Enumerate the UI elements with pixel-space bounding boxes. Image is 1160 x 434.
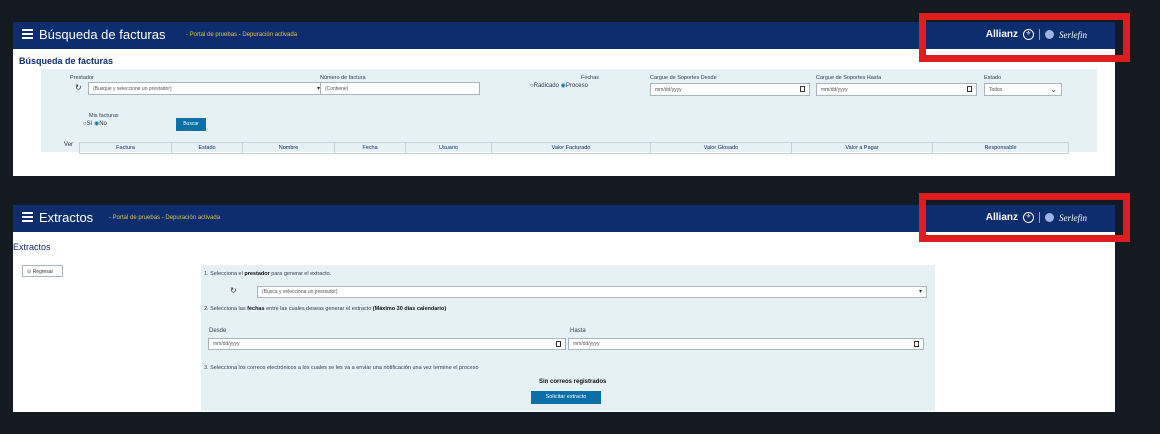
cargue-desde-input[interactable]: mm/dd/yyyy [650,83,810,96]
mis-facturas-label: Mis facturas [89,113,119,119]
filter-area: Prestador ↻ (Busque y seleccione un pres… [41,69,1097,152]
mis-facturas-radio-group: ○Sí ◉No [83,120,107,127]
ver-label: Ver [64,142,74,148]
chevron-down-icon: ▾ [918,289,922,295]
calendar-icon[interactable] [914,341,919,347]
step1-text: 1. Selecciona el prestador para generar … [204,271,331,277]
app-title: Extractos [39,210,94,225]
column-header[interactable]: Usuario [406,143,492,153]
calendar-icon[interactable] [967,86,972,92]
step3-text: 3. Selecciona los correos electrónicos a… [204,365,479,371]
cargue-desde-label: Cargue de Soportes Desde [650,75,717,81]
desde-placeholder: mm/dd/yyyy [213,341,240,347]
step2-pre: Selecciona las [210,306,246,312]
hasta-input[interactable]: mm/dd/yyyy [568,338,924,350]
highlight-box [919,193,1130,242]
calendar-icon[interactable] [556,341,561,347]
highlight-box [919,13,1130,62]
estado-select-value: Todos [989,87,1003,93]
estado-label: Estado [984,75,1002,81]
numero-factura-label: Número de factura [320,75,366,81]
step2-bold: fechas [247,306,265,312]
chevron-down-icon: ⌄ [1050,85,1057,94]
cargue-desde-placeholder: mm/dd/yyyy [655,87,682,93]
hasta-label: Hasta [570,328,586,334]
app-title: Búsqueda de facturas [39,27,166,42]
fechas-label: Fechas [581,75,600,81]
environment-note: - Portal de pruebas - Depuración activad… [186,32,298,38]
results-table-header: Factura Estado Nombre Fecha Usuario Valo… [79,142,1069,154]
prestador-label: Prestador [70,75,94,81]
column-header[interactable]: Factura [80,143,172,153]
cargue-hasta-label: Cargue de Soportes Hasta [816,75,882,81]
column-header[interactable]: Valor a Pagar [792,143,933,153]
radicado-radio-label: Radicado [533,83,559,89]
estado-select[interactable]: Todos ⌄ [984,83,1062,96]
proceso-radio-label: Proceso [565,83,588,89]
sin-correos-text: Sin correos registrados [539,379,607,385]
column-header[interactable]: Nombre [243,143,335,153]
regresar-label: Regresar [32,269,54,275]
column-header[interactable]: Valor Glosado [651,143,792,153]
prestador-select-value: (Busque y seleccione un prestador) [93,86,172,92]
environment-note: - Portal de pruebas - Depuración activad… [109,215,221,221]
extract-form: 1. Selecciona el prestador para generar … [201,265,935,411]
mis-facturas-no-label: No [99,121,107,127]
hamburger-menu-icon[interactable] [22,29,33,40]
cargue-hasta-placeholder: mm/dd/yyyy [821,87,848,93]
page-title: Extractos [13,242,51,252]
buscar-button[interactable]: Buscar [176,118,206,131]
step2-mid: entre las cuales deseas generar el extra… [266,306,372,312]
step2-number: 2. [204,306,209,312]
column-header[interactable]: Fecha [335,143,406,153]
column-header[interactable]: Valor Facturado [492,143,651,153]
step1-bold: prestador [244,271,270,277]
step2-bold-2: (Máximo 30 días calendario) [372,306,447,312]
step1-post: para generar el extracto. [271,271,332,277]
fechas-radio-group: ○Radicado ◉Proceso [530,82,588,89]
prestador-select-value: (Busca y selecciona un prestador) [262,289,338,295]
step2-text: 2. Selecciona las fechas entre las cuale… [204,306,446,312]
solicitar-extracto-button[interactable]: Solicitar extracto [531,391,601,404]
prestador-select[interactable]: (Busque y seleccione un prestador) ▾ [88,82,325,95]
back-icon: ⊙ [27,269,32,275]
calendar-icon[interactable] [800,86,805,92]
prestador-select[interactable]: (Busca y selecciona un prestador) ▾ [257,286,927,298]
cargue-hasta-input[interactable]: mm/dd/yyyy [816,83,977,96]
column-header[interactable]: Estado [172,143,243,153]
step1-pre: Selecciona el [210,271,243,277]
regresar-button[interactable]: ⊙ Regresar [22,265,63,277]
column-header[interactable]: Responsable [933,143,1068,153]
numero-factura-placeholder: (Contiene) [325,86,349,92]
page-title: Búsqueda de facturas [19,56,114,66]
hasta-placeholder: mm/dd/yyyy [573,341,600,347]
mis-facturas-si-label: Sí [86,121,93,127]
numero-factura-input[interactable]: (Contiene) [320,82,480,95]
desde-input[interactable]: mm/dd/yyyy [208,338,566,350]
step1-number: 1. [204,271,209,277]
hamburger-menu-icon[interactable] [22,212,33,223]
desde-label: Desde [209,328,227,334]
refresh-icon[interactable]: ↻ [75,83,82,92]
refresh-icon[interactable]: ↻ [230,286,237,295]
